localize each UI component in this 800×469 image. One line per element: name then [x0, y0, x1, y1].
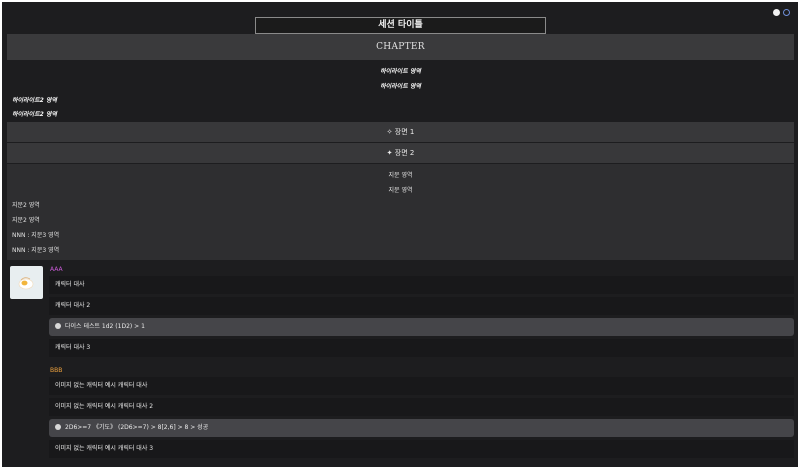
light-theme-toggle-icon[interactable]: [773, 9, 780, 16]
dialogue-bubble: 캐릭터 대사: [49, 276, 794, 294]
chapter-heading: CHAPTER: [7, 34, 794, 60]
dark-theme-toggle-icon[interactable]: [783, 9, 790, 16]
session-log-frame: 세션 타이틀 CHAPTER 하이라이트 영역 하이라이트 영역 하이라이트2 …: [2, 2, 798, 467]
narration3-text: NNN : 지문3 영역: [12, 232, 60, 239]
highlight-text: 하이라이트 영역: [380, 68, 421, 75]
highlight-text: 하이라이트 영역: [380, 83, 421, 90]
view-toggle-group: [773, 9, 790, 16]
scene-divider-1: ✧ 장면 1: [7, 122, 794, 142]
dialogue-bubble: 이미지 없는 캐릭터 예시 캐릭터 대사 3: [49, 440, 794, 458]
dice-roll-bubble: 다이스 테스트 1d2 (1D2) > 1: [49, 318, 794, 336]
scene-divider-2: ✦ 장면 2: [7, 143, 794, 163]
character-avatar-aaa: [10, 266, 43, 299]
highlight2-text: 하이라이트2 영역: [12, 111, 57, 118]
narration3-text: NNN : 지문3 영역: [12, 247, 60, 254]
narration-block: 지문 영역 지문 영역 지문2 영역 지문2 영역 NNN : 지문3 영역 N…: [7, 164, 794, 260]
dialogue-bubble: 이미지 없는 캐릭터 예시 캐릭터 대사: [49, 377, 794, 395]
session-title: 세션 타이틀: [255, 17, 546, 34]
character-name-bbb: BBB: [50, 367, 63, 374]
dialogue-bubble: 이미지 없는 캐릭터 예시 캐릭터 대사 2: [49, 398, 794, 416]
narration2-text: 지문2 영역: [12, 202, 40, 209]
narration-text: 지문 영역: [388, 187, 413, 194]
highlight2-text: 하이라이트2 영역: [12, 97, 57, 104]
narration2-text: 지문2 영역: [12, 217, 40, 224]
dice-icon: [55, 323, 61, 329]
fried-egg-icon: [18, 277, 34, 290]
dice-roll-bubble: 2D6>=7 《기도》 (2D6>=7) > 8[2,6] > 8 > 성공: [49, 419, 794, 437]
dice-roll-text: 2D6>=7 《기도》 (2D6>=7) > 8[2,6] > 8 > 성공: [65, 424, 209, 431]
dice-roll-text: 다이스 테스트 1d2 (1D2) > 1: [65, 323, 145, 330]
character-name-aaa: AAA: [50, 266, 63, 273]
narration-text: 지문 영역: [388, 172, 413, 179]
dialogue-bubble: 캐릭터 대사 2: [49, 297, 794, 315]
dialogue-bubble: 캐릭터 대사 3: [49, 339, 794, 357]
dice-icon: [55, 424, 61, 430]
